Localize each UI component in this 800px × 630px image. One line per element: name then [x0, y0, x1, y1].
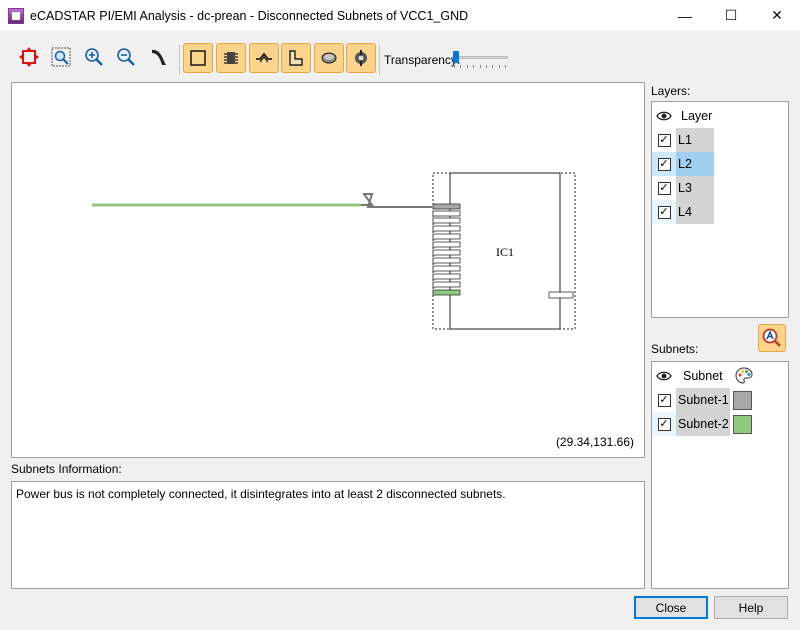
highlight-subnet-button[interactable] [758, 324, 786, 352]
subnets-grid[interactable]: Subnet ✓ Subnet-1 ✓ Subnet-2 [651, 361, 789, 589]
subnet-1-trace[interactable] [361, 193, 432, 208]
layer-row[interactable]: ✓ L1 [652, 128, 714, 152]
outline-icon [190, 50, 206, 66]
component-label: IC1 [496, 245, 514, 259]
slider-track [452, 56, 508, 59]
subnet-row[interactable]: ✓ Subnet-2 [652, 412, 752, 436]
trace-icon [256, 52, 272, 63]
subnet-name: Subnet-1 [676, 388, 730, 412]
subnet-row[interactable]: ✓ Subnet-1 [652, 388, 752, 412]
layer-row[interactable]: ✓ L4 [652, 200, 714, 224]
close-button[interactable]: Close [634, 596, 708, 619]
layers-grid[interactable]: Layer ✓ L1 ✓ L2 ✓ L3 ✓ L4 [651, 101, 789, 318]
window-title: eCADSTAR PI/EMI Analysis - dc-prean - Di… [30, 8, 469, 23]
search-icon [762, 328, 781, 347]
subnet-color-swatch[interactable] [733, 414, 752, 434]
subnets-info-label: Subnets Information: [11, 462, 122, 476]
subnets-header: Subnet [652, 364, 753, 388]
outline-toggle[interactable] [183, 43, 213, 73]
zoom-in-icon[interactable] [80, 43, 108, 71]
eye-icon[interactable] [652, 104, 676, 128]
zoom-window-icon[interactable] [47, 43, 75, 71]
palette-icon[interactable] [735, 367, 753, 385]
transparency-slider[interactable] [452, 51, 508, 71]
subnet-visibility-checkbox[interactable]: ✓ [657, 393, 671, 407]
plane-icon [289, 50, 303, 66]
subnet-color-swatch[interactable] [733, 390, 752, 410]
toolbar: Transparency: [0, 31, 800, 83]
layer-row[interactable]: ✓ L3 [652, 176, 714, 200]
plane-toggle[interactable] [281, 43, 311, 73]
window-controls: — ☐ ✕ [662, 0, 800, 31]
layers-header: Layer [652, 104, 712, 128]
maximize-button[interactable]: ☐ [708, 0, 754, 31]
layer-name: L1 [676, 128, 714, 152]
zoom-out-icon[interactable] [112, 43, 140, 71]
layer-visibility-checkbox[interactable]: ✓ [657, 157, 671, 171]
minimize-button[interactable]: — [662, 0, 708, 31]
help-button[interactable]: Help [714, 596, 788, 619]
trace-toggle[interactable] [249, 43, 279, 73]
layer-visibility-checkbox[interactable]: ✓ [657, 205, 671, 219]
layer-row[interactable]: ✓ L2 [652, 152, 714, 176]
subnet-column-header[interactable]: Subnet [683, 369, 723, 383]
transparency-label: Transparency: [384, 53, 461, 67]
component-toggle[interactable] [216, 43, 246, 73]
subnet-name: Subnet-2 [676, 412, 730, 436]
fit-all-icon[interactable] [15, 43, 43, 71]
layer-name: L4 [676, 200, 714, 224]
layout-drawing [92, 172, 576, 330]
pan-icon[interactable] [145, 43, 173, 71]
layer-name: L3 [676, 176, 714, 200]
toolbar-separator [179, 45, 180, 75]
cursor-coordinates: (29.34,131.66) [555, 435, 634, 449]
subnet-visibility-checkbox[interactable]: ✓ [657, 417, 671, 431]
subnets-info-message: Power bus is not completely connected, i… [16, 487, 506, 501]
eye-icon[interactable] [652, 364, 676, 388]
layer-column-header[interactable]: Layer [681, 109, 712, 123]
via-icon [321, 52, 337, 64]
title-bar: eCADSTAR PI/EMI Analysis - dc-prean - Di… [0, 0, 800, 31]
component-icon [224, 52, 238, 64]
pin-icon [355, 50, 367, 66]
via-toggle[interactable] [314, 43, 344, 73]
layout-canvas[interactable]: IC1 (29.34,131.66) [11, 82, 645, 458]
toolbar-separator [379, 45, 380, 75]
layer-visibility-checkbox[interactable]: ✓ [657, 181, 671, 195]
app-icon [8, 7, 24, 24]
subnets-info-text[interactable]: Power bus is not completely connected, i… [11, 481, 645, 589]
slider-thumb[interactable] [453, 51, 459, 63]
pin-toggle[interactable] [346, 43, 376, 73]
layer-visibility-checkbox[interactable]: ✓ [657, 133, 671, 147]
close-window-button[interactable]: ✕ [754, 0, 800, 31]
subnets-label: Subnets: [651, 342, 699, 356]
layer-name: L2 [676, 152, 714, 176]
layers-label: Layers: [651, 84, 691, 98]
slider-ticks [454, 65, 506, 68]
